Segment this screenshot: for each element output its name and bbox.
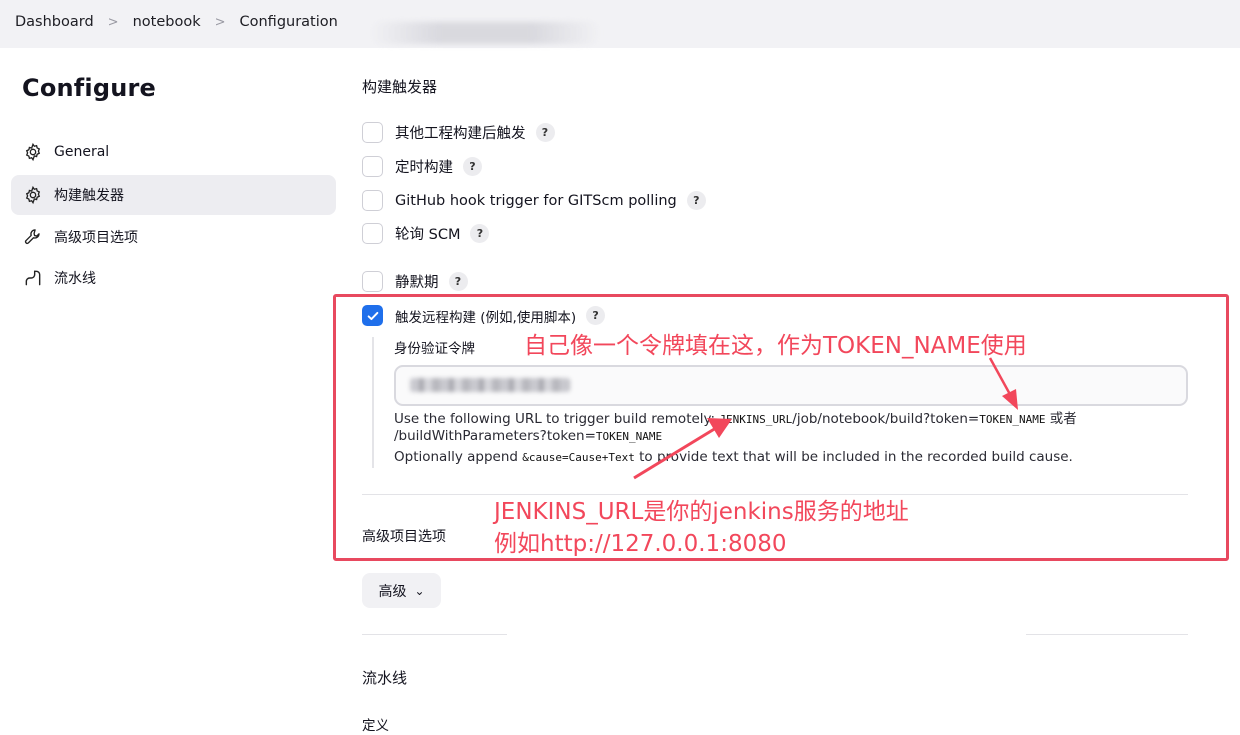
trigger-option: 其他工程构建后触发 ? (362, 122, 555, 143)
remote-url-help-line3: Optionally append &cause=Cause+Text to p… (394, 449, 1073, 465)
gear-icon (22, 184, 44, 206)
sidebar-item-label: 高级项目选项 (54, 230, 138, 246)
trigger-option-label[interactable]: 静默期 (395, 271, 439, 292)
arrow-icon (633, 418, 732, 480)
breadcrumb-separator-icon: > (214, 14, 226, 30)
sidebar-item-advanced[interactable]: 高级项目选项 (11, 217, 336, 257)
code-cause: &cause=Cause+Text (522, 451, 635, 464)
code-token-name: TOKEN_NAME (595, 430, 663, 443)
code-token-name: TOKEN_NAME (979, 413, 1046, 426)
help-text: Optionally append (394, 449, 518, 465)
nested-indent-line (372, 337, 374, 468)
divider (1026, 634, 1188, 635)
checkbox[interactable] (362, 156, 383, 177)
help-text: /job/notebook/build?token= (792, 411, 980, 427)
checkbox[interactable] (362, 223, 383, 244)
help-text: 或者 (1049, 411, 1077, 427)
trigger-option-label[interactable]: 其他工程构建后触发 (395, 122, 526, 143)
annotation-token-note: 自己像一个令牌填在这，作为TOKEN_NAME使用 (524, 333, 1027, 359)
help-icon[interactable]: ? (470, 224, 490, 243)
sidebar-item-build-triggers[interactable]: 构建触发器 (11, 175, 336, 215)
redacted-token-value (410, 378, 570, 392)
help-icon[interactable]: ? (535, 123, 555, 142)
trigger-option: 定时构建 ? (362, 156, 482, 177)
section-title-pipeline: 流水线 (362, 669, 408, 687)
auth-token-input[interactable] (394, 365, 1188, 406)
pipeline-icon (22, 267, 44, 289)
trigger-option-label[interactable]: 轮询 SCM (395, 223, 460, 244)
breadcrumb-separator-icon: > (107, 14, 119, 30)
trigger-option-remote: 触发远程构建 (例如,使用脚本) ? (362, 305, 606, 326)
help-text: /buildWithParameters?token= (394, 428, 596, 444)
trigger-option-label[interactable]: 触发远程构建 (例如,使用脚本) (395, 306, 576, 326)
checkbox[interactable] (362, 122, 383, 143)
trigger-option-label[interactable]: GitHub hook trigger for GITScm polling (395, 193, 677, 209)
redacted-blur (370, 22, 600, 44)
help-icon[interactable]: ? (463, 157, 482, 176)
gear-icon (22, 141, 44, 163)
trigger-option: 轮询 SCM ? (362, 223, 490, 244)
annotation-url-note-line2: 例如http://127.0.0.1:8080 (494, 531, 787, 557)
trigger-option: GitHub hook trigger for GITScm polling ? (362, 190, 706, 211)
trigger-option-label[interactable]: 定时构建 (395, 156, 453, 177)
annotation-url-note-line1: JENKINS_URL是你的jenkins服务的地址 (494, 499, 909, 525)
sidebar-item-label: 流水线 (54, 271, 96, 287)
section-title-build-triggers: 构建触发器 (362, 78, 438, 96)
remote-url-help-line1: Use the following URL to trigger build r… (394, 407, 1077, 427)
advanced-button-label: 高级 (378, 582, 407, 599)
checkbox[interactable] (362, 271, 383, 292)
check-icon (367, 311, 378, 320)
breadcrumb-configuration[interactable]: Configuration (240, 14, 338, 30)
code-jenkins-url: JENKINS_URL (719, 413, 793, 426)
checkbox[interactable] (362, 190, 383, 211)
breadcrumb: Dashboard > notebook > Configuration (15, 14, 338, 30)
top-bar: Dashboard > notebook > Configuration (0, 0, 1240, 48)
help-icon[interactable]: ? (448, 272, 468, 291)
sidebar-item-general[interactable]: General (11, 132, 336, 172)
remote-url-help-line2: /buildWithParameters?token=TOKEN_NAME (394, 428, 662, 444)
help-icon[interactable]: ? (586, 306, 606, 325)
divider (362, 634, 507, 635)
wrench-icon (22, 226, 44, 248)
chevron-down-icon: ⌄ (414, 583, 425, 598)
checkbox-checked[interactable] (362, 305, 383, 326)
trigger-option: 静默期 ? (362, 271, 468, 292)
advanced-button[interactable]: 高级 ⌄ (362, 573, 441, 608)
section-title-advanced: 高级项目选项 (362, 529, 446, 545)
sidebar-item-pipeline[interactable]: 流水线 (11, 258, 336, 298)
sidebar-item-label: 构建触发器 (54, 188, 124, 204)
help-text: Use the following URL to trigger build r… (394, 411, 716, 427)
token-field-label: 身份验证令牌 (394, 341, 475, 357)
breadcrumb-notebook[interactable]: notebook (133, 14, 201, 30)
help-text: to provide text that will be included in… (639, 449, 1073, 465)
help-icon[interactable]: ? (686, 191, 706, 210)
breadcrumb-dashboard[interactable]: Dashboard (15, 14, 94, 30)
page-title: Configure (22, 74, 157, 102)
sidebar-item-label: General (54, 144, 110, 160)
pipeline-definition-label: 定义 (362, 718, 389, 734)
